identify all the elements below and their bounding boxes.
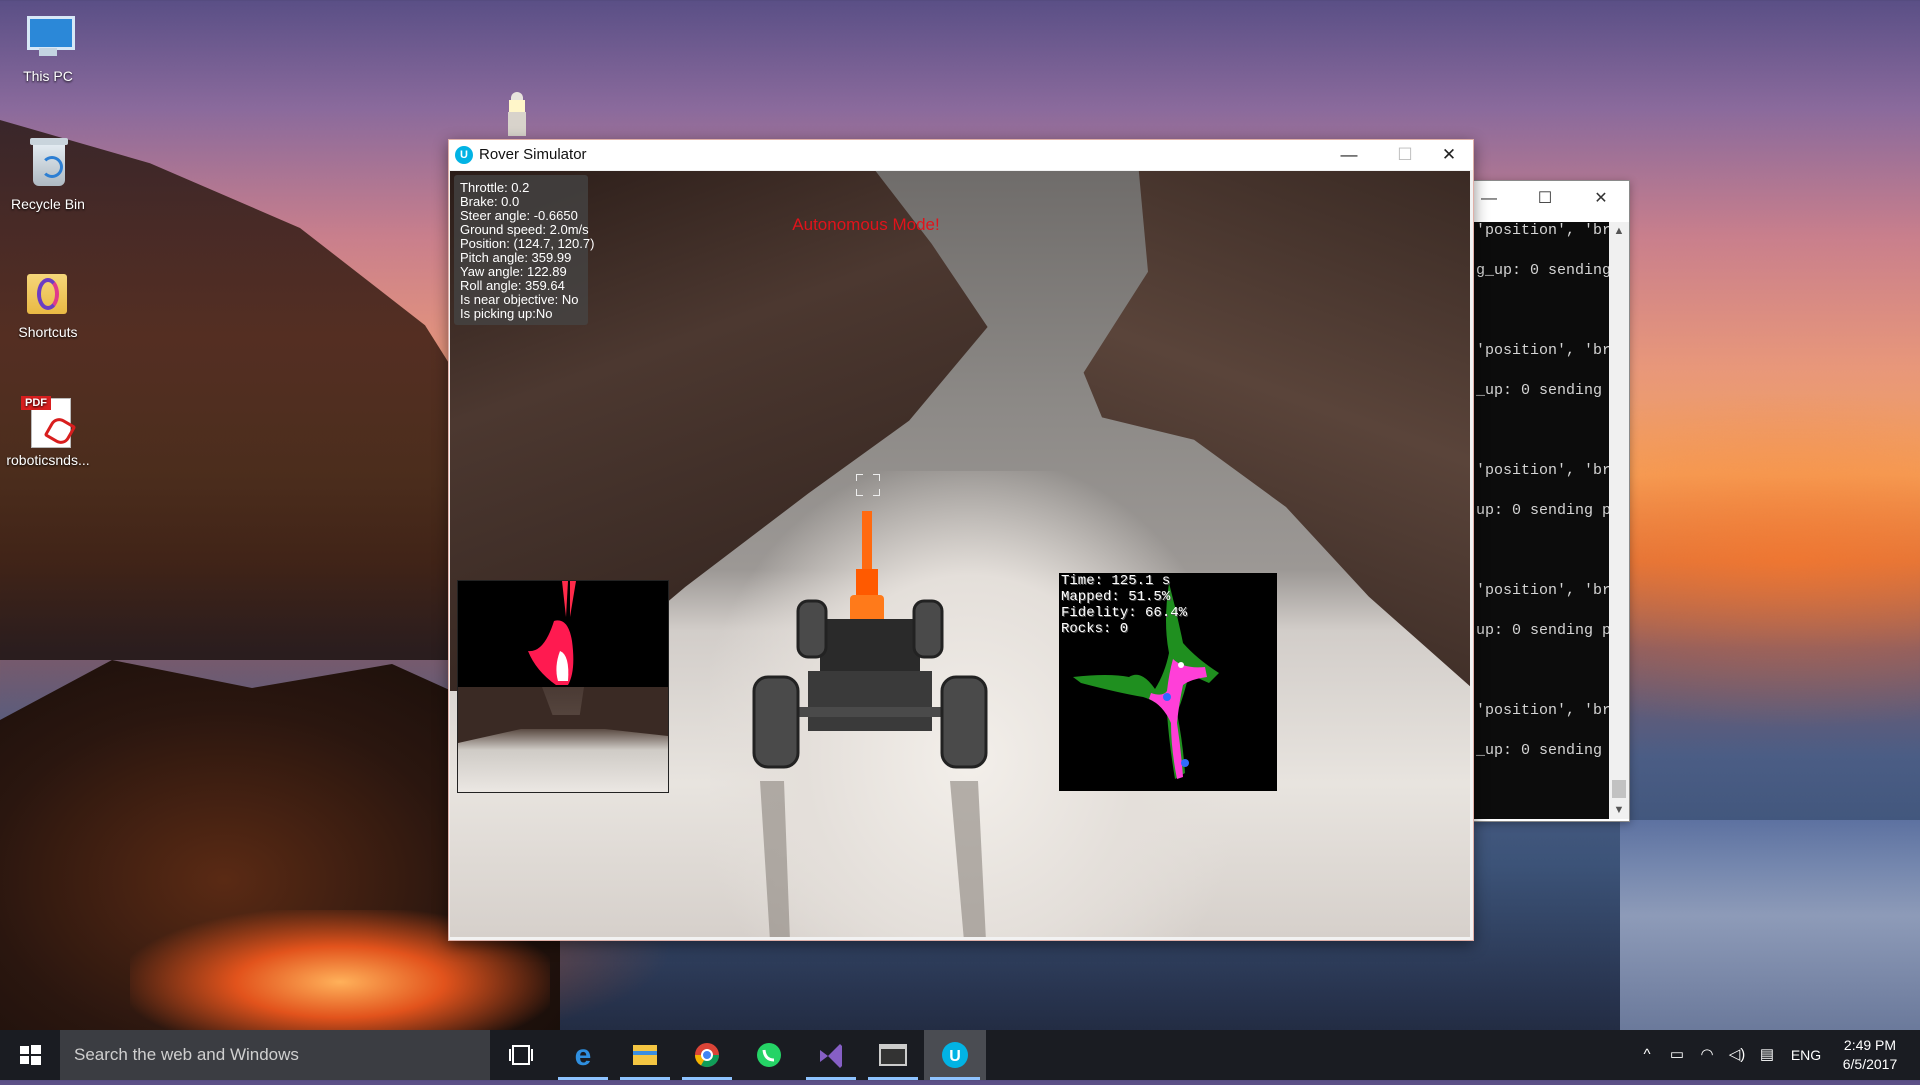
chrome-icon — [695, 1043, 719, 1068]
stat-yaw-angle: Yaw angle: 122.89 — [460, 264, 567, 279]
taskbar-visual-studio[interactable] — [800, 1030, 862, 1080]
worldmap-view: Time: 125.1 s Mapped: 51.5% Fidelity: 66… — [1059, 573, 1277, 791]
language-indicator[interactable]: ENG — [1786, 1030, 1826, 1080]
desktop-icon-recycle-bin[interactable]: Recycle Bin — [0, 138, 96, 212]
simulation-viewport[interactable]: Throttle: 0.2 Brake: 0.0 Steer angle: -0… — [450, 171, 1470, 937]
map-fidelity: Fidelity: 66.4% — [1061, 605, 1188, 621]
maximize-icon[interactable]: ☐ — [1382, 140, 1428, 170]
console-line: 'position', 'br — [1476, 342, 1609, 359]
visual-studio-icon — [820, 1044, 842, 1068]
console-scrollbar[interactable]: ▲ ▼ — [1609, 222, 1629, 819]
stat-position: Position: (124.7, 120.7) — [460, 236, 595, 251]
console-line: up: 0 sending p — [1476, 502, 1609, 519]
stat-near-objective: Is near objective: No — [460, 292, 579, 307]
taskbar-whatsapp[interactable] — [738, 1030, 800, 1080]
stat-throttle: Throttle: 0.2 — [460, 180, 530, 195]
search-placeholder: Search the web and Windows — [74, 1045, 299, 1064]
task-view-icon — [509, 1045, 533, 1065]
wifi-icon[interactable]: ◠ — [1692, 1030, 1722, 1080]
recycle-bin-icon — [21, 138, 75, 192]
svg-text:U: U — [949, 1048, 961, 1065]
console-line: _up: 0 sending — [1476, 382, 1603, 399]
console-line: g_up: 0 sending — [1476, 262, 1609, 279]
rover-titlebar[interactable]: U Rover Simulator — ☐ ✕ — [449, 140, 1473, 170]
terminal-icon — [879, 1044, 907, 1066]
udacity-icon: U — [455, 146, 473, 164]
mode-indicator: Autonomous Mode! — [792, 215, 940, 234]
stat-ground-speed: Ground speed: 2.0m/s — [460, 222, 589, 237]
wallpaper-sea — [1620, 820, 1920, 1060]
stat-roll-angle: Roll angle: 359.64 — [460, 278, 565, 293]
desktop-icon-this-pc[interactable]: This PC — [0, 10, 96, 84]
desktop-icon-label: Recycle Bin — [11, 196, 85, 212]
desktop-icon-label: Shortcuts — [18, 324, 78, 340]
taskbar-udacity[interactable]: U — [924, 1030, 986, 1080]
scroll-up-icon[interactable]: ▲ — [1609, 222, 1629, 240]
volume-icon[interactable]: ◁) — [1722, 1030, 1752, 1080]
taskbar-edge[interactable]: e — [552, 1030, 614, 1080]
pdf-badge: PDF — [21, 396, 51, 410]
pdf-icon: PDF — [21, 394, 77, 448]
console-line: _up: 0 sending — [1476, 742, 1603, 759]
edge-icon: e — [575, 1039, 592, 1072]
maximize-icon[interactable]: ☐ — [1525, 187, 1565, 211]
desktop-icon-label: This PC — [23, 68, 73, 84]
file-explorer-icon — [633, 1045, 657, 1065]
stat-picking-up: Is picking up:No — [460, 306, 553, 321]
taskbar: Search the web and Windows e U ^ ▭ ◠ ◁) … — [0, 1030, 1920, 1080]
camera-warp-view — [457, 580, 669, 793]
crosshair-icon — [856, 474, 880, 496]
svg-text:e: e — [575, 1039, 592, 1072]
battery-icon[interactable]: ▭ — [1662, 1030, 1692, 1080]
start-button[interactable] — [0, 1030, 60, 1080]
stat-pitch-angle: Pitch angle: 359.99 — [460, 250, 572, 265]
console-output: 'position', 'br g_up: 0 sending 'positio… — [1473, 222, 1609, 819]
map-time: Time: 125.1 s — [1061, 573, 1171, 589]
console-line: 'position', 'br — [1476, 702, 1609, 719]
warped-threshold-view — [458, 581, 668, 687]
console-titlebar[interactable]: — ☐ ✕ — [1473, 181, 1629, 217]
wallpaper-lighthouse — [506, 92, 528, 136]
clock-time: 2:49 PM — [1843, 1037, 1897, 1053]
scroll-down-icon[interactable]: ▼ — [1609, 801, 1629, 819]
scroll-thumb[interactable] — [1612, 780, 1626, 798]
close-icon[interactable]: ✕ — [1426, 140, 1472, 170]
raw-camera-view — [458, 687, 668, 792]
taskbar-terminal[interactable] — [862, 1030, 924, 1080]
map-mapped: Mapped: 51.5% — [1061, 589, 1171, 605]
stat-steer-angle: Steer angle: -0.6650 — [460, 208, 578, 223]
close-icon[interactable]: ✕ — [1581, 187, 1621, 211]
console-line: 'position', 'br — [1476, 222, 1609, 239]
console-window[interactable]: — ☐ ✕ 'position', 'br g_up: 0 sending 'p… — [1472, 180, 1630, 822]
system-clock[interactable]: 2:49 PM 6/5/2017 — [1828, 1036, 1912, 1074]
desktop-icon-pdf[interactable]: PDF roboticsnds... — [0, 394, 96, 468]
taskbar-file-explorer[interactable] — [614, 1030, 676, 1080]
console-line: 'position', 'br — [1476, 582, 1609, 599]
whatsapp-icon — [757, 1043, 781, 1067]
desktop-icon-shortcuts[interactable]: Shortcuts — [0, 266, 96, 340]
clock-date: 6/5/2017 — [1842, 1056, 1898, 1072]
pc-icon — [21, 10, 75, 64]
rover-simulator-window[interactable]: U Rover Simulator — ☐ ✕ Throttle: 0.2 Br… — [448, 139, 1474, 941]
rover-vehicle — [752, 511, 988, 937]
chevron-up-icon[interactable]: ^ — [1632, 1030, 1662, 1080]
desktop-icon-label: roboticsnds... — [6, 452, 90, 468]
console-line: 'position', 'br — [1476, 462, 1609, 479]
telemetry-panel: Throttle: 0.2 Brake: 0.0 Steer angle: -0… — [454, 175, 595, 325]
minimize-icon[interactable]: — — [1469, 187, 1509, 211]
udacity-icon: U — [942, 1042, 968, 1068]
window-title: Rover Simulator — [479, 146, 587, 163]
search-input[interactable]: Search the web and Windows — [60, 1030, 490, 1080]
console-line: up: 0 sending p — [1476, 622, 1609, 639]
folder-icon — [21, 266, 75, 320]
map-rocks: Rocks: 0 — [1061, 621, 1129, 637]
taskbar-chrome[interactable] — [676, 1030, 738, 1080]
action-center-icon[interactable]: ▤ — [1752, 1030, 1782, 1080]
windows-icon — [20, 1045, 41, 1065]
stat-brake: Brake: 0.0 — [460, 194, 520, 209]
taskbar-task-view[interactable] — [490, 1030, 552, 1080]
minimize-icon[interactable]: — — [1326, 140, 1372, 170]
